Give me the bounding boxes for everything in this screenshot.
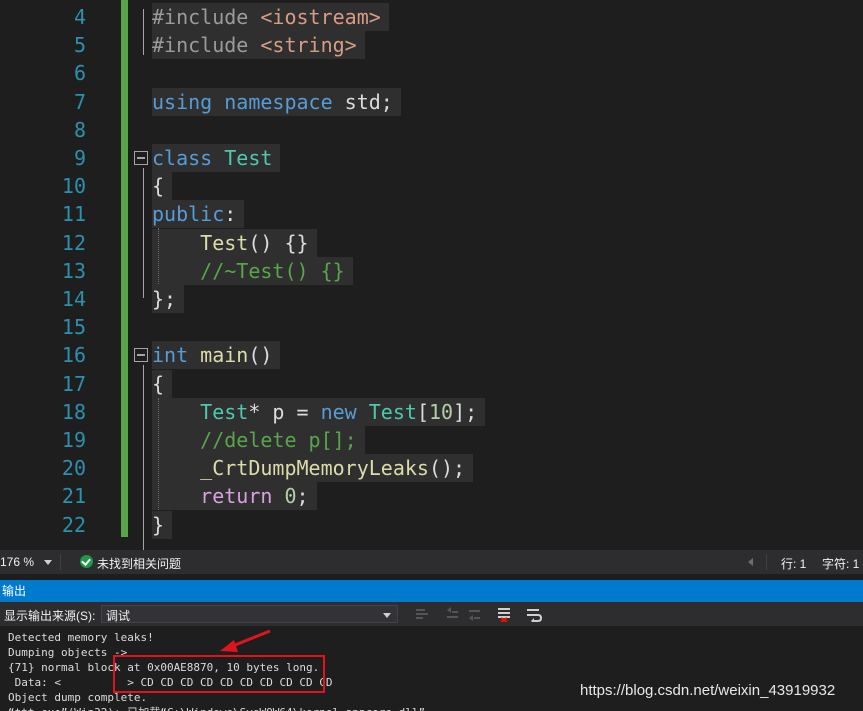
line-number: 18	[61, 399, 86, 424]
line-number: 16	[61, 343, 86, 368]
code-line[interactable]: 12 Test() {}	[0, 228, 863, 257]
check-circle-icon	[80, 555, 93, 568]
code-line[interactable]: 14};	[0, 285, 863, 313]
line-number: 8	[73, 117, 86, 142]
scroll-left-icon[interactable]	[748, 558, 753, 566]
code-line[interactable]: 8	[0, 116, 863, 144]
code-text[interactable]: {	[152, 172, 173, 201]
code-line[interactable]: 7 using namespace std;	[0, 87, 863, 116]
divider	[60, 554, 61, 570]
code-text[interactable]: public:	[152, 200, 245, 229]
line-number: 14	[61, 287, 86, 311]
output-source-value: 调试	[106, 609, 131, 623]
line-number: 19	[61, 428, 86, 452]
code-text[interactable]: }	[152, 510, 173, 539]
output-line: Dumping objects ->	[8, 646, 128, 659]
indent-guide	[158, 228, 159, 285]
annotation-arrow-icon	[220, 629, 271, 652]
cursor-line: 行: 1	[781, 557, 807, 571]
source-label: 显示输出来源(S):	[4, 609, 96, 623]
output-line: “ttt.exe”(Win32): 已加载“C:\Windows\SysWOW6…	[8, 705, 436, 711]
go-to-location-icon[interactable]	[414, 606, 430, 622]
code-line[interactable]: 21 return 0;	[0, 482, 863, 511]
line-number: 13	[61, 258, 86, 283]
fold-guide	[143, 9, 144, 55]
output-panel-title[interactable]: 输出	[0, 580, 863, 602]
line-number: 9	[73, 146, 86, 170]
code-line[interactable]: 5 #include <string>	[0, 31, 863, 60]
zoom-level[interactable]: 176 %	[0, 555, 34, 569]
line-number: 17	[61, 371, 86, 396]
divider	[766, 554, 767, 570]
fold-guide	[143, 168, 144, 298]
collapse-icon[interactable]	[134, 348, 148, 363]
code-text[interactable]: {	[152, 369, 173, 398]
next-message-icon[interactable]	[466, 606, 482, 622]
highlight-box	[113, 655, 325, 693]
watermark: https://blog.csdn.net/weixin_43919932	[580, 682, 836, 699]
editor-status-bar: 176 % 未找到相关问题 行: 1 字符: 1	[0, 550, 863, 574]
code-text[interactable]: int main()	[152, 341, 281, 370]
code-text[interactable]: Test() {}	[152, 228, 317, 257]
code-text[interactable]: #include <iostream>	[152, 3, 389, 31]
line-number: 20	[61, 456, 86, 481]
code-line[interactable]: 10 {	[0, 172, 863, 201]
code-line[interactable]: 15	[0, 313, 863, 341]
clear-all-icon[interactable]	[496, 606, 512, 622]
collapse-icon[interactable]	[134, 151, 148, 165]
code-editor[interactable]: 4 #include <iostream> 5 #include <string> 6 7…	[0, 0, 863, 550]
line-number: 10	[61, 174, 86, 199]
code-line[interactable]: 11 public:	[0, 200, 863, 229]
indent-guide	[158, 397, 159, 510]
code-text[interactable]: return 0;	[152, 482, 317, 511]
code-text[interactable]: };	[152, 285, 185, 313]
line-number: 21	[61, 484, 86, 509]
code-line[interactable]: 6	[0, 59, 863, 87]
chevron-down-icon	[383, 613, 391, 618]
line-number: 4	[73, 5, 86, 29]
line-number: 12	[61, 230, 86, 255]
line-number: 7	[73, 89, 86, 114]
line-number: 22	[61, 512, 86, 537]
code-line[interactable]: 4 #include <iostream>	[0, 3, 863, 31]
line-number: 5	[73, 33, 86, 58]
output-toolbar: 显示输出来源(S): 调试	[0, 602, 863, 626]
code-line[interactable]: 22}	[0, 510, 863, 539]
zoom-dropdown-icon[interactable]	[44, 560, 52, 565]
code-line[interactable]: 13 //~Test() {}	[0, 256, 863, 285]
fold-guide	[143, 365, 144, 550]
code-line[interactable]: 18 Test* p = new Test[10];	[0, 397, 863, 426]
cursor-char: 字符: 1	[822, 557, 860, 571]
code-text[interactable]: Test* p = new Test[10];	[152, 397, 486, 426]
code-text[interactable]: _CrtDumpMemoryLeaks();	[152, 454, 474, 483]
output-title-label: 输出	[2, 584, 27, 598]
code-line[interactable]: 16 int main()	[0, 341, 863, 370]
code-line[interactable]: 9 class Test	[0, 144, 863, 172]
code-line[interactable]: 17 {	[0, 369, 863, 398]
code-line[interactable]: 19 //delete p[];	[0, 426, 863, 454]
code-text[interactable]: #include <string>	[152, 31, 365, 60]
line-number: 6	[73, 61, 86, 86]
word-wrap-icon[interactable]	[526, 606, 542, 622]
issues-status[interactable]: 未找到相关问题	[97, 555, 181, 572]
line-number: 11	[61, 202, 86, 227]
output-line: Detected memory leaks!	[8, 631, 154, 644]
code-text[interactable]: //delete p[];	[152, 426, 365, 454]
code-text[interactable]: using namespace std;	[152, 87, 401, 116]
code-line[interactable]: 20 _CrtDumpMemoryLeaks();	[0, 454, 863, 483]
line-number: 15	[61, 315, 86, 340]
code-text[interactable]: class Test	[152, 144, 281, 172]
previous-message-icon[interactable]	[444, 606, 460, 622]
output-source-select[interactable]: 调试	[101, 605, 398, 623]
code-text[interactable]: //~Test() {}	[152, 256, 353, 285]
